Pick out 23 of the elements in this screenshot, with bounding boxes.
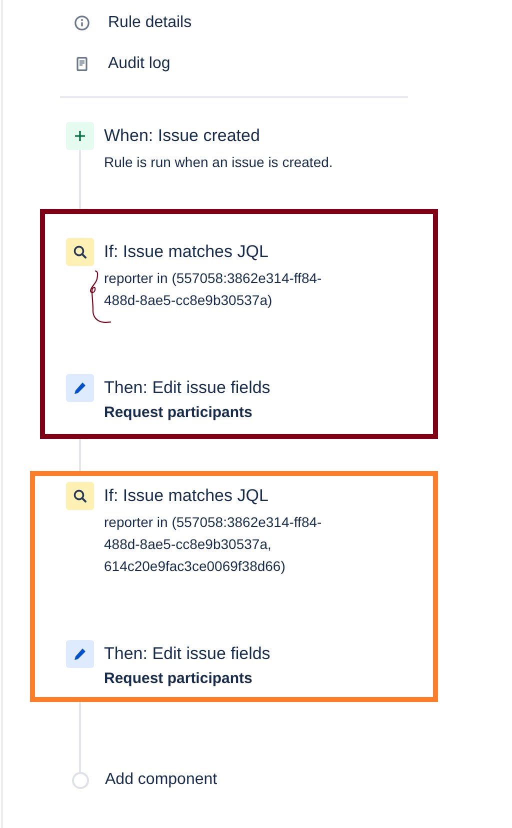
step-field: Request participants	[104, 670, 270, 687]
step-title[interactable]: If: Issue matches JQL	[104, 486, 322, 506]
step-title[interactable]: Then: Edit issue fields	[104, 644, 270, 664]
step-description: reporter in (557058:3862e314-ff84-	[104, 269, 322, 288]
step-description: 488d-8ae5-cc8e9b30537a,	[104, 535, 272, 554]
step-title[interactable]: If: Issue matches JQL	[104, 242, 322, 262]
pencil-icon	[66, 374, 94, 402]
add-component-link[interactable]: Add component	[105, 771, 218, 789]
step-title[interactable]: When: Issue created	[104, 126, 333, 146]
step-title[interactable]: Then: Edit issue fields	[104, 378, 270, 398]
nav-link[interactable]: Audit log	[108, 54, 170, 72]
info-icon	[74, 14, 90, 30]
step-description: 614c20e9fac3ce0069f38d66)	[104, 557, 286, 576]
search-icon	[66, 482, 94, 510]
step-description: reporter in (557058:3862e314-ff84-	[104, 513, 322, 532]
plus-icon	[66, 122, 94, 150]
pencil-icon	[66, 640, 94, 668]
step-field: Request participants	[104, 404, 270, 421]
search-icon	[66, 238, 94, 266]
document-icon	[74, 56, 90, 72]
step-description: 488d-8ae5-cc8e9b30537a)	[104, 291, 274, 310]
step-description: Rule is run when an issue is created.	[104, 153, 333, 172]
nav-link[interactable]: Rule details	[108, 14, 192, 32]
